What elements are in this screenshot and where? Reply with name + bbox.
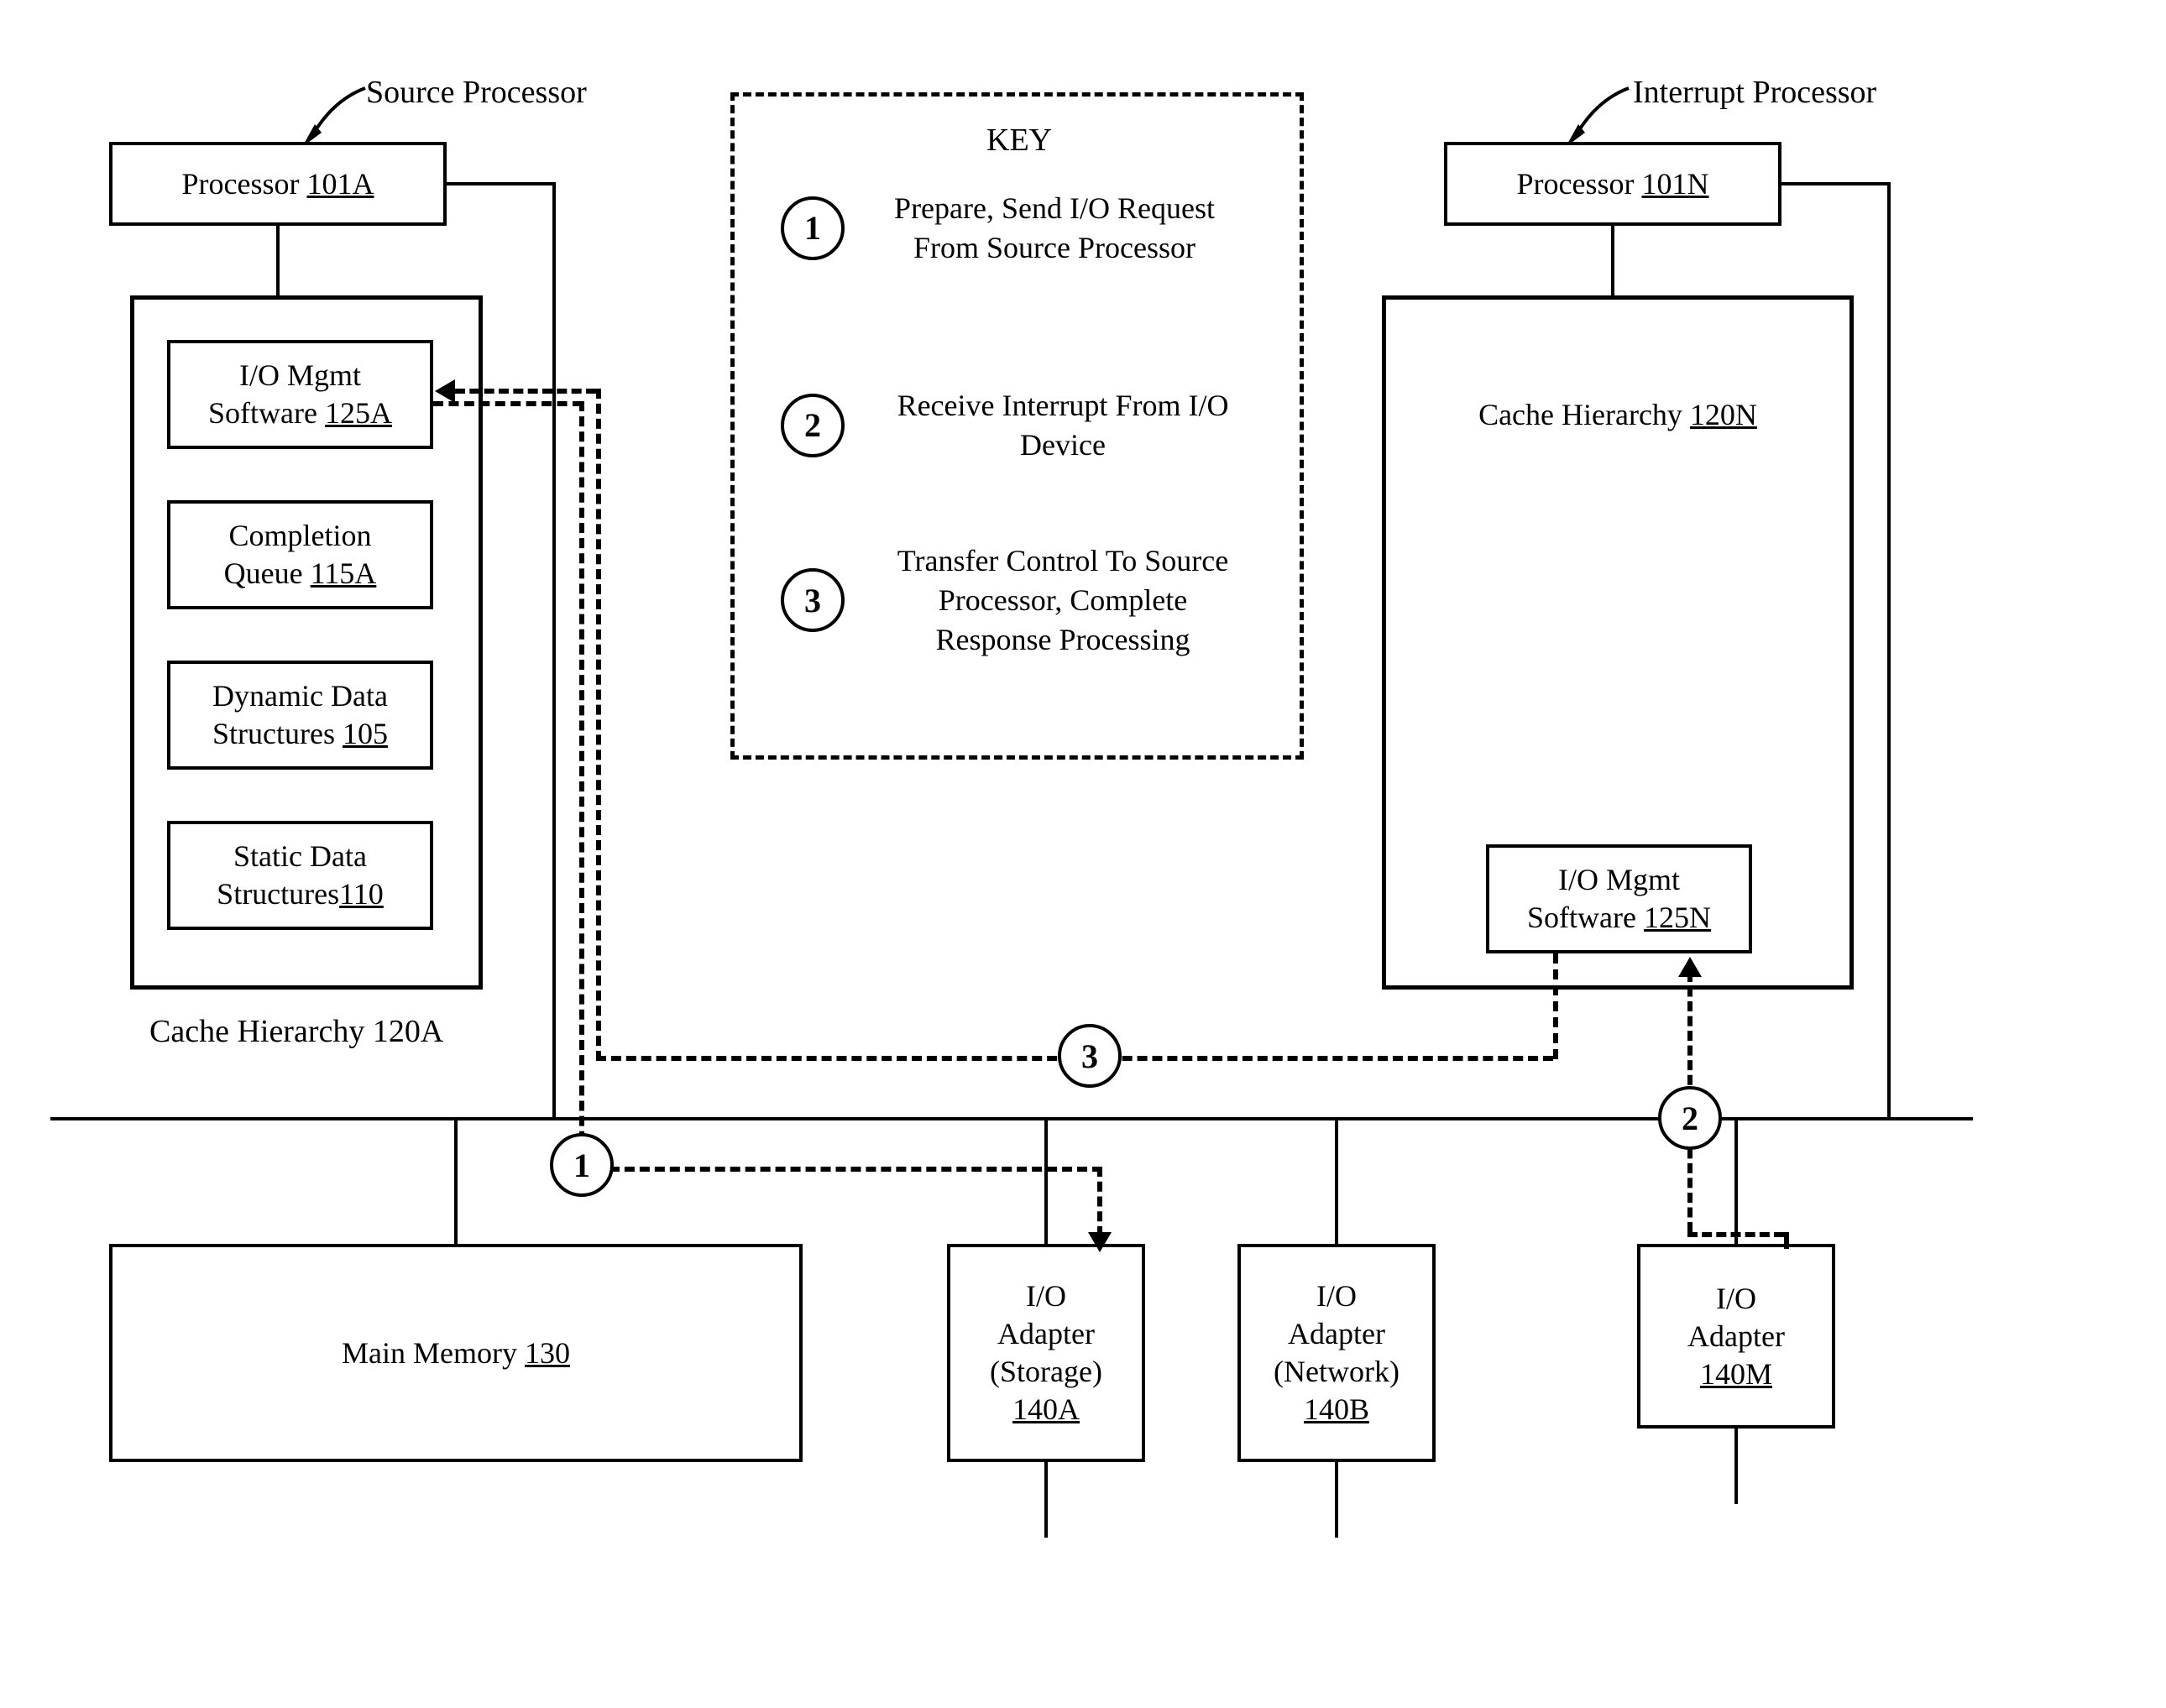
io-mgmt-125a-line1: I/O Mgmt xyxy=(208,357,392,394)
connector-proc-a-down xyxy=(552,182,556,1120)
dynamic-data-line1: Dynamic Data xyxy=(212,677,388,715)
processor-101a-text: Processor xyxy=(182,167,307,201)
io-mgmt-125n-ref: 125N xyxy=(1644,901,1711,934)
flow2-seg-tiny xyxy=(1784,1232,1789,1249)
key-item-2: 2 Receive Interrupt From I/O Device xyxy=(781,386,1268,465)
io-adapter-140b-box: I/O Adapter (Network) 140B xyxy=(1237,1244,1436,1462)
adapter-m-ref: 140M xyxy=(1687,1355,1785,1393)
adapter-b-line1: I/O xyxy=(1274,1277,1400,1315)
io-mgmt-125n-line2: Software xyxy=(1527,901,1644,934)
interrupt-processor-label: Interrupt Processor xyxy=(1633,74,1876,111)
connector-adapter-a-to-bus xyxy=(1044,1120,1048,1244)
processor-101n-box: Processor 101N xyxy=(1444,142,1781,226)
main-memory-box: Main Memory 130 xyxy=(109,1244,803,1462)
flow1-seg-top xyxy=(433,401,583,406)
static-data-line2: Structures xyxy=(217,877,339,911)
connector-adapter-a-down xyxy=(1044,1462,1048,1538)
static-data-box: Static Data Structures110 xyxy=(167,821,433,930)
adapter-a-ref: 140A xyxy=(990,1391,1102,1429)
flow-circle-2: 2 xyxy=(1658,1086,1722,1150)
io-adapter-140m-box: I/O Adapter 140M xyxy=(1637,1244,1835,1429)
key-item-3: 3 Transfer Control To Source Processor, … xyxy=(781,541,1268,659)
completion-queue-box: Completion Queue 115A xyxy=(167,500,433,609)
adapter-m-line2: Adapter xyxy=(1687,1318,1785,1355)
flow1-seg-bot xyxy=(579,1167,1102,1172)
dynamic-data-line2: Structures xyxy=(212,717,343,750)
connector-adapter-b-down xyxy=(1335,1462,1338,1538)
adapter-b-line3: (Network) xyxy=(1274,1353,1400,1391)
io-adapter-140a-box: I/O Adapter (Storage) 140A xyxy=(947,1244,1145,1462)
main-memory-ref: 130 xyxy=(525,1336,570,1370)
processor-101a-ref: 101A xyxy=(306,167,374,201)
key-num-3: 3 xyxy=(781,568,845,632)
connector-proc-n-to-cache xyxy=(1611,226,1614,295)
cache-hierarchy-120n-ref: 120N xyxy=(1690,398,1757,431)
adapter-b-line2: Adapter xyxy=(1274,1315,1400,1353)
connector-proc-n-right xyxy=(1781,182,1891,185)
processor-101n-text: Processor xyxy=(1517,167,1642,201)
adapter-a-line2: Adapter xyxy=(990,1315,1102,1353)
key-text-2: Receive Interrupt From I/O Device xyxy=(878,386,1248,465)
flow3-seg-leftv xyxy=(596,389,601,1061)
io-mgmt-125a-line2: Software xyxy=(208,396,325,430)
adapter-m-line1: I/O xyxy=(1687,1280,1785,1318)
connector-proc-a-right xyxy=(447,182,556,185)
key-num-2: 2 xyxy=(781,394,845,457)
flow-circle-1: 1 xyxy=(550,1133,614,1197)
io-mgmt-125n-box: I/O Mgmt Software 125N xyxy=(1486,844,1752,953)
connector-adapter-m-down xyxy=(1734,1429,1738,1504)
cache-hierarchy-120n-text: Cache Hierarchy xyxy=(1478,398,1690,431)
source-processor-label: Source Processor xyxy=(366,74,587,111)
static-data-line1: Static Data xyxy=(217,838,384,875)
interrupt-processor-pointer-icon xyxy=(1562,84,1637,151)
connector-proc-a-to-cache xyxy=(276,226,280,295)
flow2-arrow-icon xyxy=(1678,957,1702,977)
flow3-seg-toph xyxy=(455,389,596,394)
flow1-seg-v xyxy=(579,401,584,1172)
key-num-1: 1 xyxy=(781,196,845,260)
completion-queue-line1: Completion xyxy=(224,517,377,555)
flow2-seg-h xyxy=(1687,1232,1784,1237)
key-text-3: Transfer Control To Source Processor, Co… xyxy=(878,541,1248,659)
adapter-a-line3: (Storage) xyxy=(990,1353,1102,1391)
key-title: KEY xyxy=(986,122,1052,159)
flow1-seg-toadapter xyxy=(1097,1167,1102,1236)
flow-circle-3: 3 xyxy=(1058,1024,1122,1088)
io-mgmt-125n-line1: I/O Mgmt xyxy=(1527,861,1711,899)
processor-101n-ref: 101N xyxy=(1641,167,1708,201)
connector-adapter-m-to-bus xyxy=(1734,1120,1738,1244)
flow3-arrow-icon xyxy=(435,379,455,403)
static-data-ref: 110 xyxy=(339,877,384,911)
key-text-1: Prepare, Send I/O Request From Source Pr… xyxy=(878,189,1231,268)
flow3-seg-rightv xyxy=(1553,953,1558,1059)
dynamic-data-box: Dynamic Data Structures 105 xyxy=(167,661,433,770)
io-mgmt-125a-box: I/O Mgmt Software 125A xyxy=(167,340,433,449)
completion-queue-ref: 115A xyxy=(311,556,377,590)
connector-memory-to-bus xyxy=(454,1120,458,1244)
dynamic-data-ref: 105 xyxy=(343,717,388,750)
cache-hierarchy-120a-label: Cache Hierarchy 120A xyxy=(149,1013,443,1050)
connector-proc-n-down xyxy=(1887,182,1891,1120)
adapter-b-ref: 140B xyxy=(1274,1391,1400,1429)
key-item-1: 1 Prepare, Send I/O Request From Source … xyxy=(781,189,1268,268)
io-mgmt-125a-ref: 125A xyxy=(325,396,392,430)
main-memory-text: Main Memory xyxy=(342,1336,525,1370)
adapter-a-line1: I/O xyxy=(990,1277,1102,1315)
flow1-arrow-icon xyxy=(1088,1232,1112,1252)
processor-101a-box: Processor 101A xyxy=(109,142,447,226)
source-processor-pointer-icon xyxy=(298,84,374,151)
connector-adapter-b-to-bus xyxy=(1335,1120,1338,1244)
completion-queue-line2: Queue xyxy=(224,556,311,590)
key-box: KEY 1 Prepare, Send I/O Request From Sou… xyxy=(730,92,1304,760)
